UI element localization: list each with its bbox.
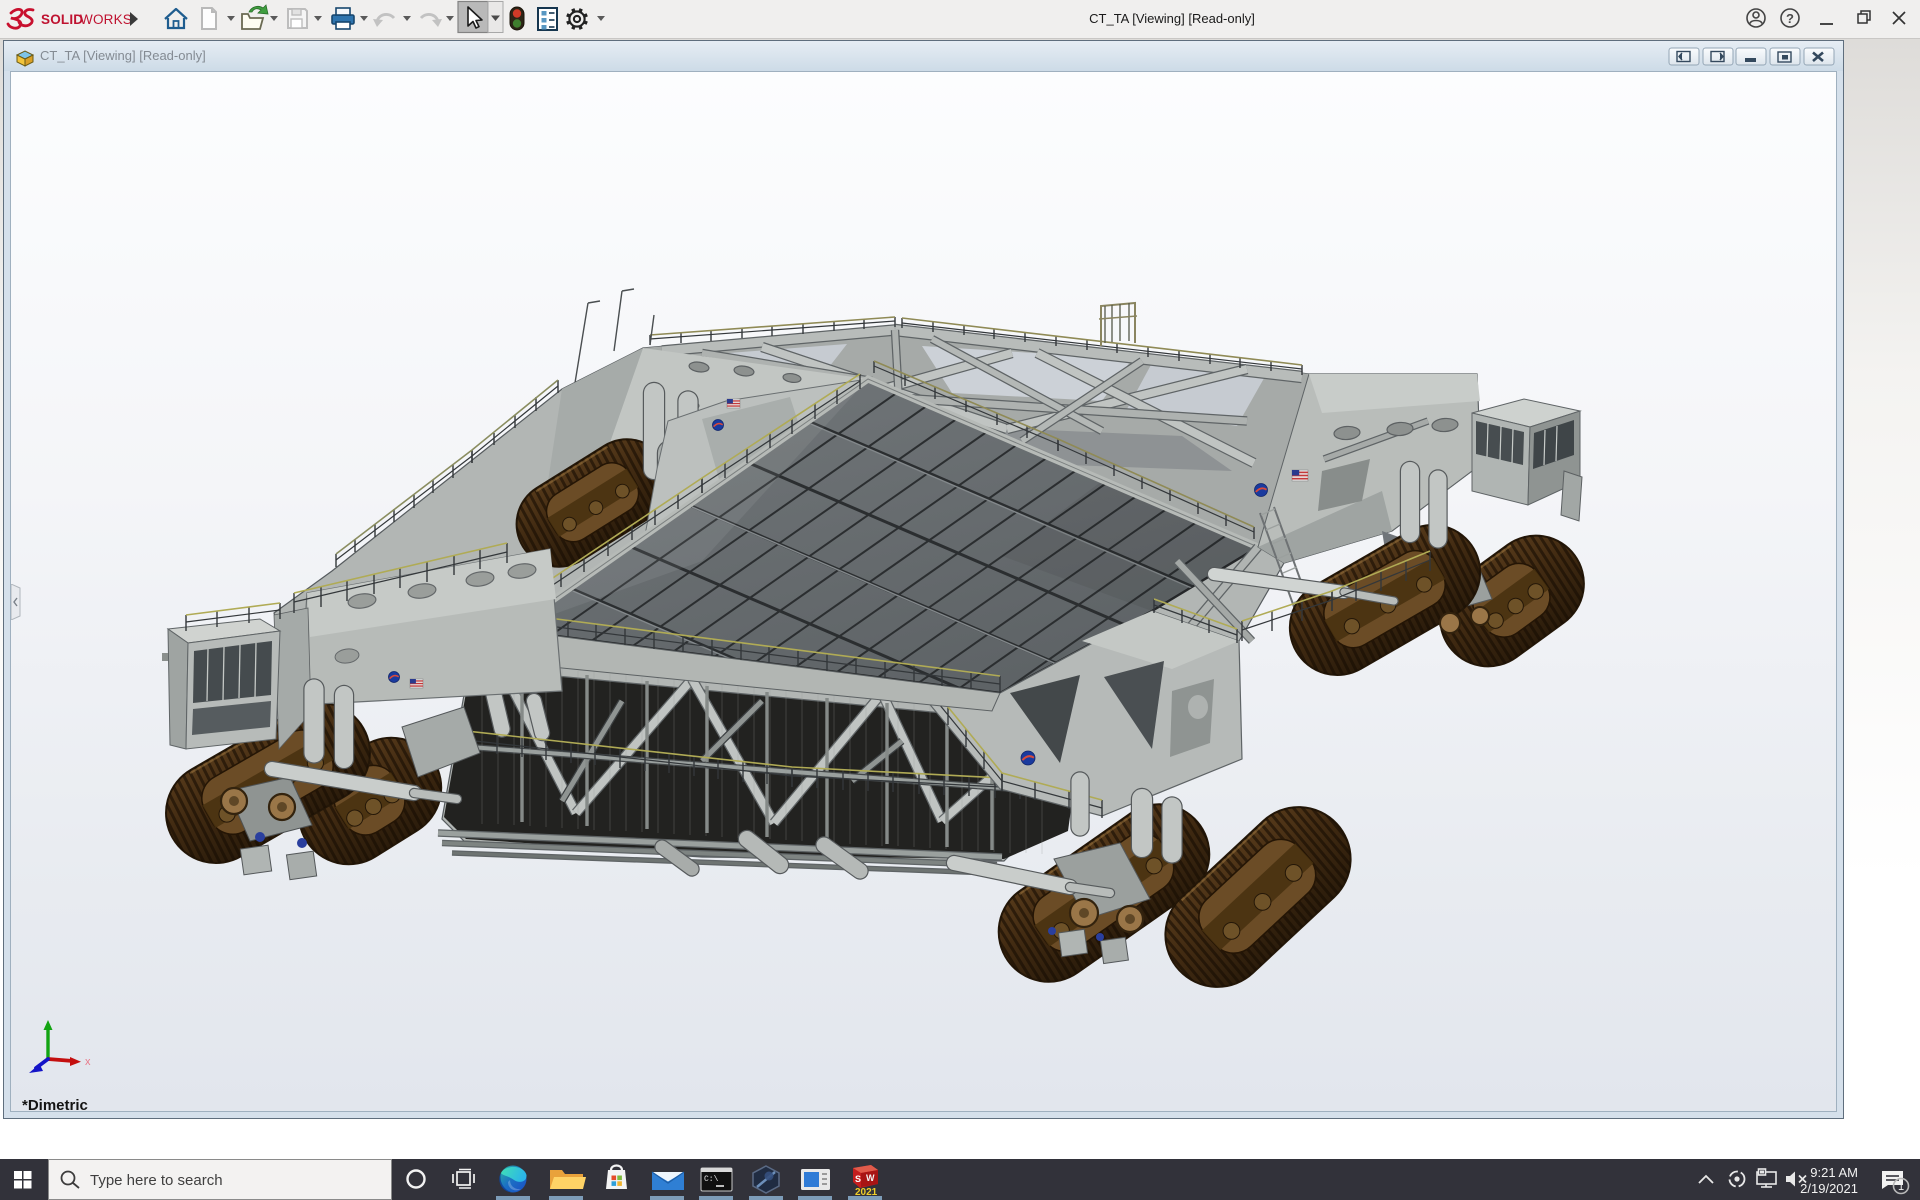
svg-text:?: ? — [1786, 11, 1794, 26]
svg-text:9:21 AM: 9:21 AM — [1810, 1165, 1858, 1180]
svg-text:W: W — [866, 1173, 875, 1183]
svg-text:C:\: C:\ — [704, 1175, 719, 1184]
svg-text:S: S — [855, 1174, 861, 1184]
svg-text:SOLID: SOLID — [41, 12, 83, 27]
svg-text:Type here to search: Type here to search — [90, 1172, 223, 1189]
svg-text:CT_TA [Viewing] [Read-only]: CT_TA [Viewing] [Read-only] — [1089, 11, 1255, 26]
svg-text:x: x — [85, 1056, 91, 1068]
svg-text:1: 1 — [1898, 1181, 1904, 1193]
svg-text:WORKS: WORKS — [80, 12, 132, 27]
svg-text:2/19/2021: 2/19/2021 — [1800, 1181, 1858, 1196]
